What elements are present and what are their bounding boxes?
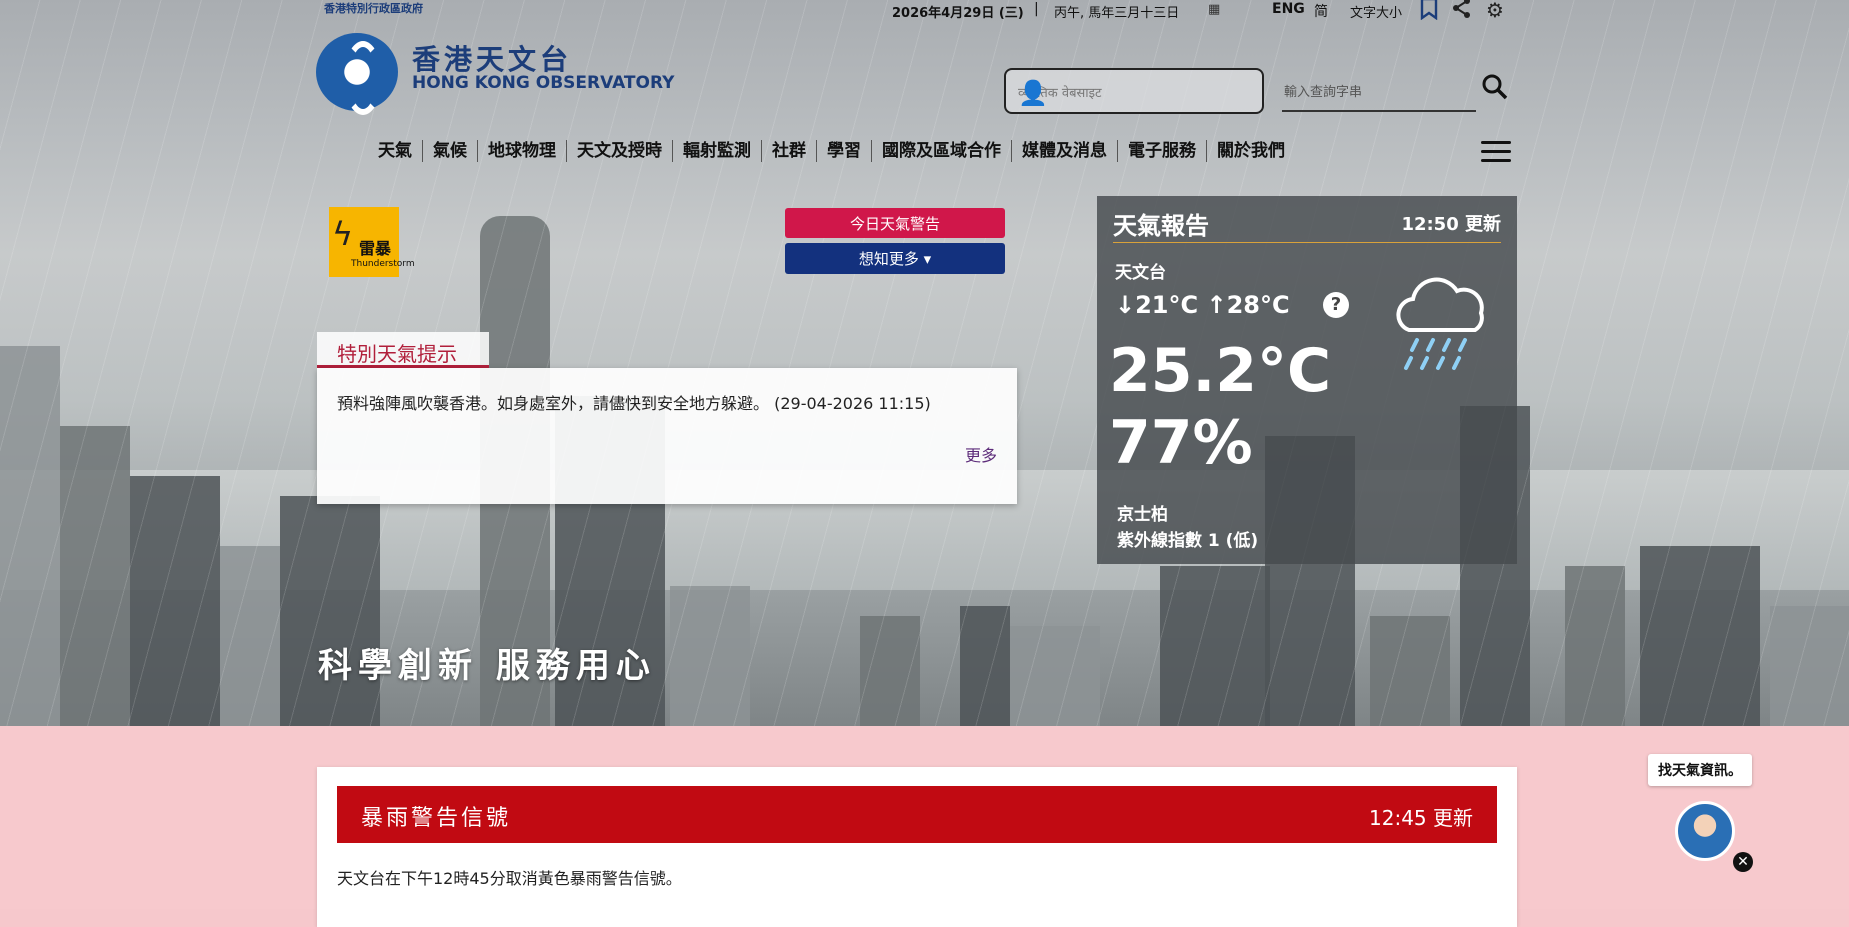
nav-climate[interactable]: 氣候 <box>422 140 477 162</box>
query-search-box[interactable] <box>1282 76 1476 112</box>
rainstorm-warning-panel: 暴雨警告信號 12:45 更新 天文台在下午12時45分取消黃色暴雨警告信號。 <box>317 767 1517 927</box>
special-tip-more-link[interactable]: 更多 <box>965 442 997 466</box>
rainstorm-warning-header[interactable]: 暴雨警告信號 12:45 更新 <box>337 786 1497 843</box>
search-icon[interactable] <box>1482 74 1508 107</box>
nav-community[interactable]: 社群 <box>761 140 816 162</box>
special-tip-tab-label: 特別天氣提示 <box>337 342 457 366</box>
nav-eservices[interactable]: 電子服務 <box>1117 140 1206 162</box>
learn-more-label: 想知更多 <box>858 250 919 268</box>
chatbot-avatar-icon[interactable] <box>1675 801 1735 861</box>
rainstorm-warning-updated: 12:45 更新 <box>1369 806 1473 830</box>
gov-name[interactable]: 香港特別行政區政府 <box>324 0 423 16</box>
brand-name-zh[interactable]: 香港天文台 <box>412 38 572 78</box>
special-tip-text: 預料強陣風吹襲香港。如身處室外，請儘快到安全地方躲避。 (29-04-2026 … <box>337 394 931 413</box>
search-input[interactable] <box>1282 76 1476 108</box>
special-tip-tab[interactable]: 特別天氣提示 <box>317 332 489 368</box>
nav-about[interactable]: 關於我們 <box>1206 140 1295 162</box>
rainstorm-warning-text: 天文台在下午12時45分取消黃色暴雨警告信號。 <box>337 869 682 888</box>
min-max-temp: ↓21°C ↑28°C <box>1115 291 1290 319</box>
rainstorm-warning-title: 暴雨警告信號 <box>361 806 512 831</box>
current-humidity: 77% <box>1109 408 1253 478</box>
nav-astronomy[interactable]: 天文及授時 <box>566 140 672 162</box>
slogan: 科學創新 服務用心 <box>318 646 656 686</box>
max-temp: ↑28°C <box>1206 291 1290 319</box>
rain-cloud-icon <box>1396 277 1484 370</box>
special-tip-box: 預料強陣風吹襲香港。如身處室外，請儘快到安全地方躲避。 (29-04-2026 … <box>317 368 1017 504</box>
station-name: 天文台 <box>1115 263 1166 283</box>
divider <box>1113 242 1501 243</box>
thunderstorm-label-zh: 雷暴 <box>359 239 392 258</box>
share-icon[interactable] <box>1452 0 1472 23</box>
hero-background <box>0 0 1849 726</box>
bookmark-icon[interactable] <box>1420 0 1438 25</box>
nav-radiation[interactable]: 輻射監測 <box>672 140 761 162</box>
lightning-icon: ϟ <box>332 215 354 253</box>
nav-learning[interactable]: 學習 <box>816 140 871 162</box>
current-date: 2026年4月29日 (三) <box>892 6 1024 21</box>
person-globe-icon[interactable]: 👤 <box>1018 79 1252 107</box>
todays-warnings-button[interactable]: 今日天氣警告 <box>785 208 1005 238</box>
weather-report-title: 天氣報告 <box>1113 212 1209 240</box>
calendar-icon[interactable]: ▦ <box>1208 2 1220 17</box>
min-temp: ↓21°C <box>1115 291 1199 319</box>
lunar-date: 丙午, 馬年三月十三日 <box>1054 6 1180 21</box>
lang-simplified-link[interactable]: 简 <box>1314 1 1328 21</box>
font-size-link[interactable]: 文字大小 <box>1350 2 1402 21</box>
gear-icon[interactable]: ⚙ <box>1486 0 1504 22</box>
caret-down-icon: ▾ <box>923 250 932 268</box>
main-nav: 天氣 氣候 地球物理 天文及授時 輻射監測 社群 學習 國際及區域合作 媒體及消… <box>368 140 1295 162</box>
uv-index: 紫外線指數 1 (低) <box>1117 531 1259 551</box>
brand-name-en[interactable]: HONG KONG OBSERVATORY <box>412 73 674 93</box>
learn-more-button[interactable]: 想知更多 ▾ <box>785 243 1005 274</box>
chatbot-close-icon[interactable]: ✕ <box>1733 852 1753 872</box>
lang-eng-link[interactable]: ENG <box>1272 1 1305 17</box>
current-temperature: 25.2°C <box>1109 336 1332 406</box>
weather-report-updated: 12:50 更新 <box>1401 214 1501 235</box>
district-name: 京士柏 <box>1117 505 1168 525</box>
voice-search-box[interactable]: व्यक्तिक वेबसाइट 👤 <box>1004 68 1264 114</box>
chatbot-bubble[interactable]: 找天氣資訊。 <box>1648 754 1752 786</box>
thunderstorm-warning-icon[interactable]: ϟ 雷暴 Thunderstorm <box>329 207 415 277</box>
nav-weather[interactable]: 天氣 <box>368 140 422 162</box>
nav-media[interactable]: 媒體及消息 <box>1011 140 1117 162</box>
date-separator: | <box>1034 1 1039 17</box>
weather-report-panel[interactable]: 天氣報告 12:50 更新 天文台 ↓21°C ↑28°C ? 25.2°C 7… <box>1097 196 1517 564</box>
help-icon[interactable]: ? <box>1323 292 1349 318</box>
hko-logo[interactable] <box>316 33 398 115</box>
nav-international[interactable]: 國際及區域合作 <box>871 140 1011 162</box>
top-bar: 香港特別行政區政府 2026年4月29日 (三) | 丙午, 馬年三月十三日 ▦… <box>0 0 1849 22</box>
hamburger-menu-icon[interactable] <box>1481 141 1511 163</box>
rain-overlay <box>0 0 1849 726</box>
thunderstorm-label-en: Thunderstorm <box>351 259 415 269</box>
nav-geophysics[interactable]: 地球物理 <box>477 140 566 162</box>
